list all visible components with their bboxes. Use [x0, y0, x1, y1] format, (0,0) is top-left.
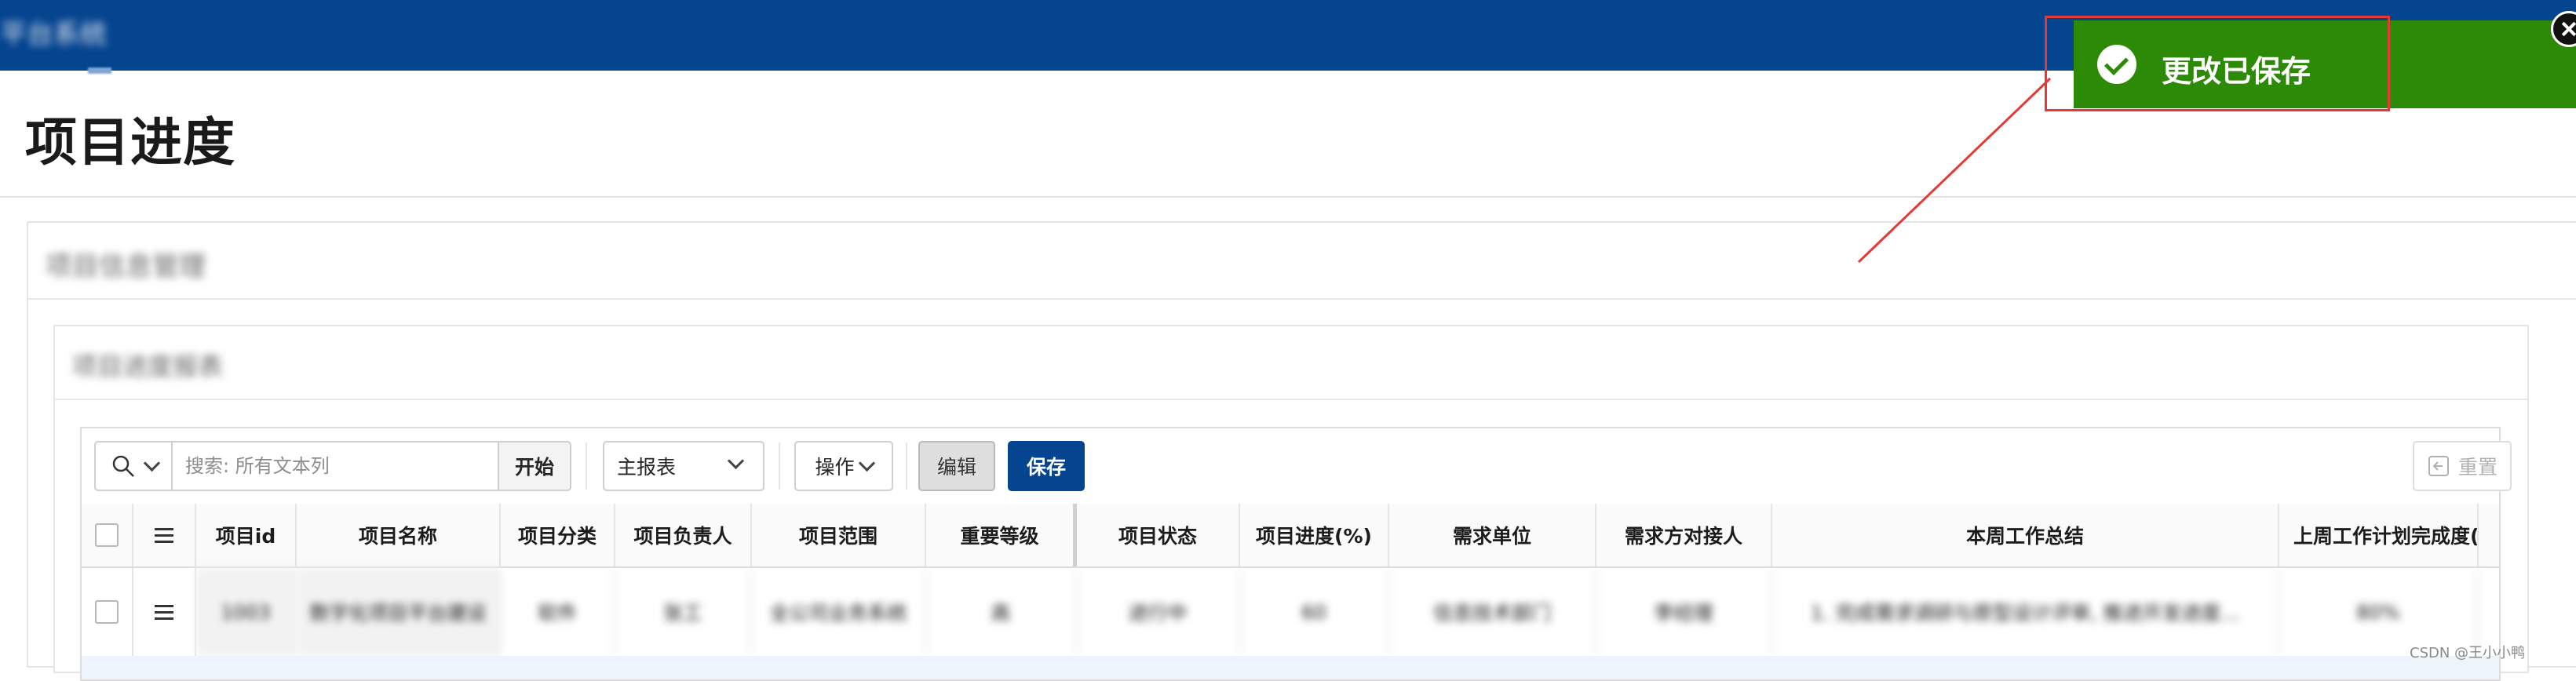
table-cell[interactable]: 60 — [1240, 568, 1389, 656]
region-header: 项目信息管理 — [28, 223, 2576, 300]
table-cell[interactable]: 高 — [926, 568, 1077, 656]
table-next-row — [82, 656, 2499, 679]
actions-label: 操作 — [815, 456, 855, 479]
table-cell[interactable]: 张工 — [615, 568, 752, 656]
chevron-down-icon — [727, 452, 745, 470]
watermark: CSDN @王小小鸭 — [2410, 645, 2526, 661]
report-select-value: 主报表 — [617, 456, 677, 479]
page-title: 项目进度 — [25, 112, 235, 173]
column-header[interactable]: 需求方对接人 — [1596, 504, 1772, 566]
table-cell[interactable]: 1003 — [196, 568, 297, 656]
column-header[interactable]: 重要等级 — [926, 504, 1077, 566]
select-all-checkbox[interactable] — [95, 523, 119, 547]
annotation-highlight — [2045, 16, 2390, 111]
save-button[interactable]: 保存 — [1008, 441, 1085, 491]
chevron-down-icon — [858, 454, 875, 472]
row-select-cell — [82, 568, 133, 656]
toolbar-separator — [779, 442, 780, 490]
table-cell[interactable]: 信息技术部门 — [1389, 568, 1596, 656]
region-title: 项目进度报表 — [72, 351, 224, 381]
reset-label: 重置 — [2457, 456, 2498, 479]
column-header[interactable]: 项目状态 — [1077, 504, 1240, 566]
row-actions-header — [133, 504, 196, 566]
search-icon — [112, 455, 134, 477]
table-cell[interactable]: 全公司业务系统 — [752, 568, 926, 656]
region-title: 项目信息管理 — [46, 251, 206, 282]
search-column-selector[interactable] — [94, 441, 173, 491]
search-input[interactable] — [184, 442, 485, 490]
search-field[interactable] — [171, 441, 499, 491]
title-divider — [0, 196, 2576, 198]
column-header[interactable]: 项目id — [196, 504, 297, 566]
app-title[interactable]: 平台系统 — [0, 13, 107, 51]
report-select[interactable]: 主报表 — [603, 441, 764, 491]
go-button[interactable]: 开始 — [498, 441, 571, 491]
region-project-report: 项目进度报表 开始 主报表 操作 — [53, 325, 2529, 681]
table-header: 项目id 项目名称 项目分类 项目负责人 项目范围 重要等级 项目状态 项目进度… — [82, 504, 2499, 568]
reset-button[interactable]: 重置 — [2413, 441, 2512, 491]
region-project-info: 项目信息管理 项目进度报表 开始 主报表 — [27, 221, 2576, 681]
interactive-grid: 开始 主报表 操作 编辑 保存 重置 — [80, 427, 2512, 681]
chevron-down-icon — [143, 454, 160, 472]
column-header[interactable]: 项目范围 — [752, 504, 926, 566]
table-cell[interactable]: 软件 — [501, 568, 615, 656]
table-cell[interactable]: 李经理 — [1596, 568, 1772, 656]
column-header[interactable]: 需求单位 — [1389, 504, 1596, 566]
region-header: 项目进度报表 — [55, 326, 2527, 400]
column-header[interactable]: 项目进度(%) — [1240, 504, 1389, 566]
table-cell[interactable]: 进行中 — [1077, 568, 1240, 656]
select-all-cell — [82, 504, 133, 566]
column-header[interactable]: 本周工作总结 — [1772, 504, 2279, 566]
nav-indicator — [88, 67, 111, 74]
edit-button[interactable]: 编辑 — [918, 441, 995, 491]
row-actions-cell — [133, 568, 196, 656]
table-row[interactable]: 1003 数字化项目平台建设 软件 张工 全公司业务系统 高 进行中 60 信息… — [82, 568, 2499, 656]
grid-toolbar: 开始 主报表 操作 编辑 保存 重置 — [82, 428, 2512, 505]
actions-menu-button[interactable]: 操作 — [794, 441, 893, 491]
column-header[interactable]: 项目名称 — [297, 504, 501, 566]
column-header[interactable]: 上周工作计划完成度(% — [2279, 504, 2479, 566]
row-checkbox[interactable] — [95, 600, 119, 624]
toolbar-separator — [586, 442, 587, 490]
column-header[interactable]: 项目负责人 — [615, 504, 752, 566]
table-cell[interactable]: 1. 完成需求调研与原型设计评审, 推进开发进度... — [1772, 568, 2279, 656]
table-cell[interactable]: 数字化项目平台建设 — [297, 568, 501, 656]
reset-icon — [2428, 456, 2449, 476]
menu-icon[interactable] — [155, 527, 173, 543]
toolbar-separator — [906, 442, 907, 490]
column-header[interactable]: 项目分类 — [501, 504, 615, 566]
menu-icon[interactable] — [155, 604, 173, 620]
